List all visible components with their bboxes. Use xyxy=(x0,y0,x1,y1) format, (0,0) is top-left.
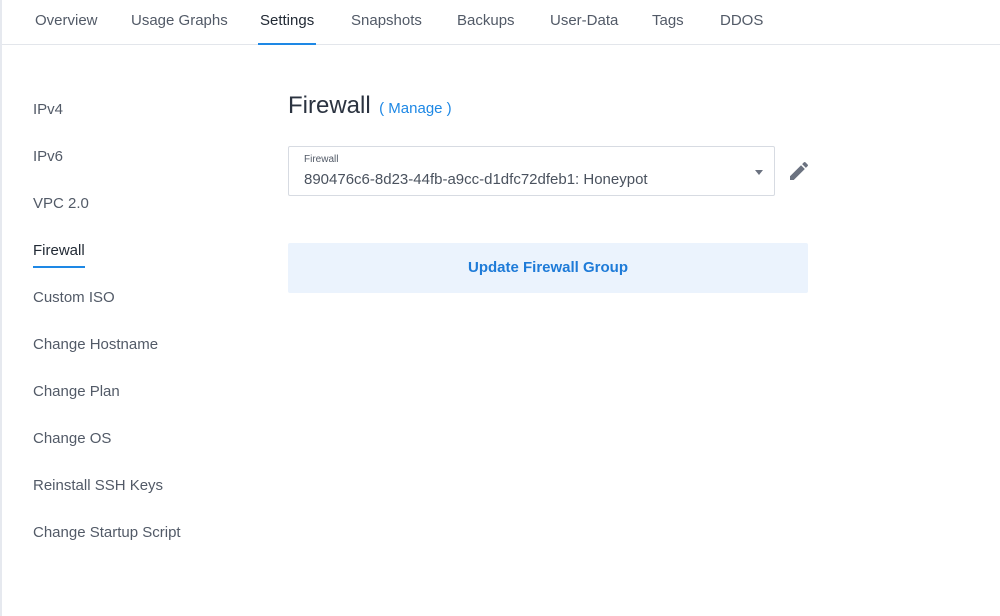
page-frame: Overview Usage Graphs Settings Snapshots… xyxy=(0,0,1000,616)
top-tab-bar: Overview Usage Graphs Settings Snapshots… xyxy=(2,0,1000,45)
firewall-select-value: 890476c6-8d23-44fb-a9cc-d1dfc72dfeb1: Ho… xyxy=(304,171,648,188)
tab-backups[interactable]: Backups xyxy=(457,0,515,45)
sidebar-item-firewall[interactable]: Firewall xyxy=(33,241,85,268)
pencil-icon[interactable] xyxy=(787,159,811,183)
manage-link[interactable]: ( Manage ) xyxy=(379,100,452,117)
sidebar-item-change-hostname[interactable]: Change Hostname xyxy=(33,335,158,355)
sidebar-item-ipv6[interactable]: IPv6 xyxy=(33,147,63,167)
tab-user-data[interactable]: User-Data xyxy=(550,0,618,45)
tab-snapshots[interactable]: Snapshots xyxy=(351,0,422,45)
firewall-select-label: Firewall xyxy=(304,154,339,165)
sidebar-item-custom-iso[interactable]: Custom ISO xyxy=(33,288,115,308)
sidebar-item-change-os[interactable]: Change OS xyxy=(33,429,111,449)
sidebar-item-ipv4[interactable]: IPv4 xyxy=(33,100,63,120)
sidebar-item-change-startup-script[interactable]: Change Startup Script xyxy=(33,523,181,543)
sidebar-item-vpc[interactable]: VPC 2.0 xyxy=(33,194,89,214)
section-title-row: Firewall ( Manage ) xyxy=(288,92,452,120)
firewall-select[interactable]: Firewall 890476c6-8d23-44fb-a9cc-d1dfc72… xyxy=(288,146,775,196)
tab-ddos[interactable]: DDOS xyxy=(720,0,763,45)
sidebar-item-change-plan[interactable]: Change Plan xyxy=(33,382,120,402)
page-title: Firewall xyxy=(288,92,371,119)
tab-overview[interactable]: Overview xyxy=(35,0,98,45)
tab-tags[interactable]: Tags xyxy=(652,0,684,45)
caret-down-icon xyxy=(755,170,763,175)
sidebar-item-reinstall-ssh-keys[interactable]: Reinstall SSH Keys xyxy=(33,476,163,496)
update-firewall-group-button[interactable]: Update Firewall Group xyxy=(288,243,808,293)
tab-settings[interactable]: Settings xyxy=(257,0,317,45)
tab-usage-graphs[interactable]: Usage Graphs xyxy=(131,0,228,45)
